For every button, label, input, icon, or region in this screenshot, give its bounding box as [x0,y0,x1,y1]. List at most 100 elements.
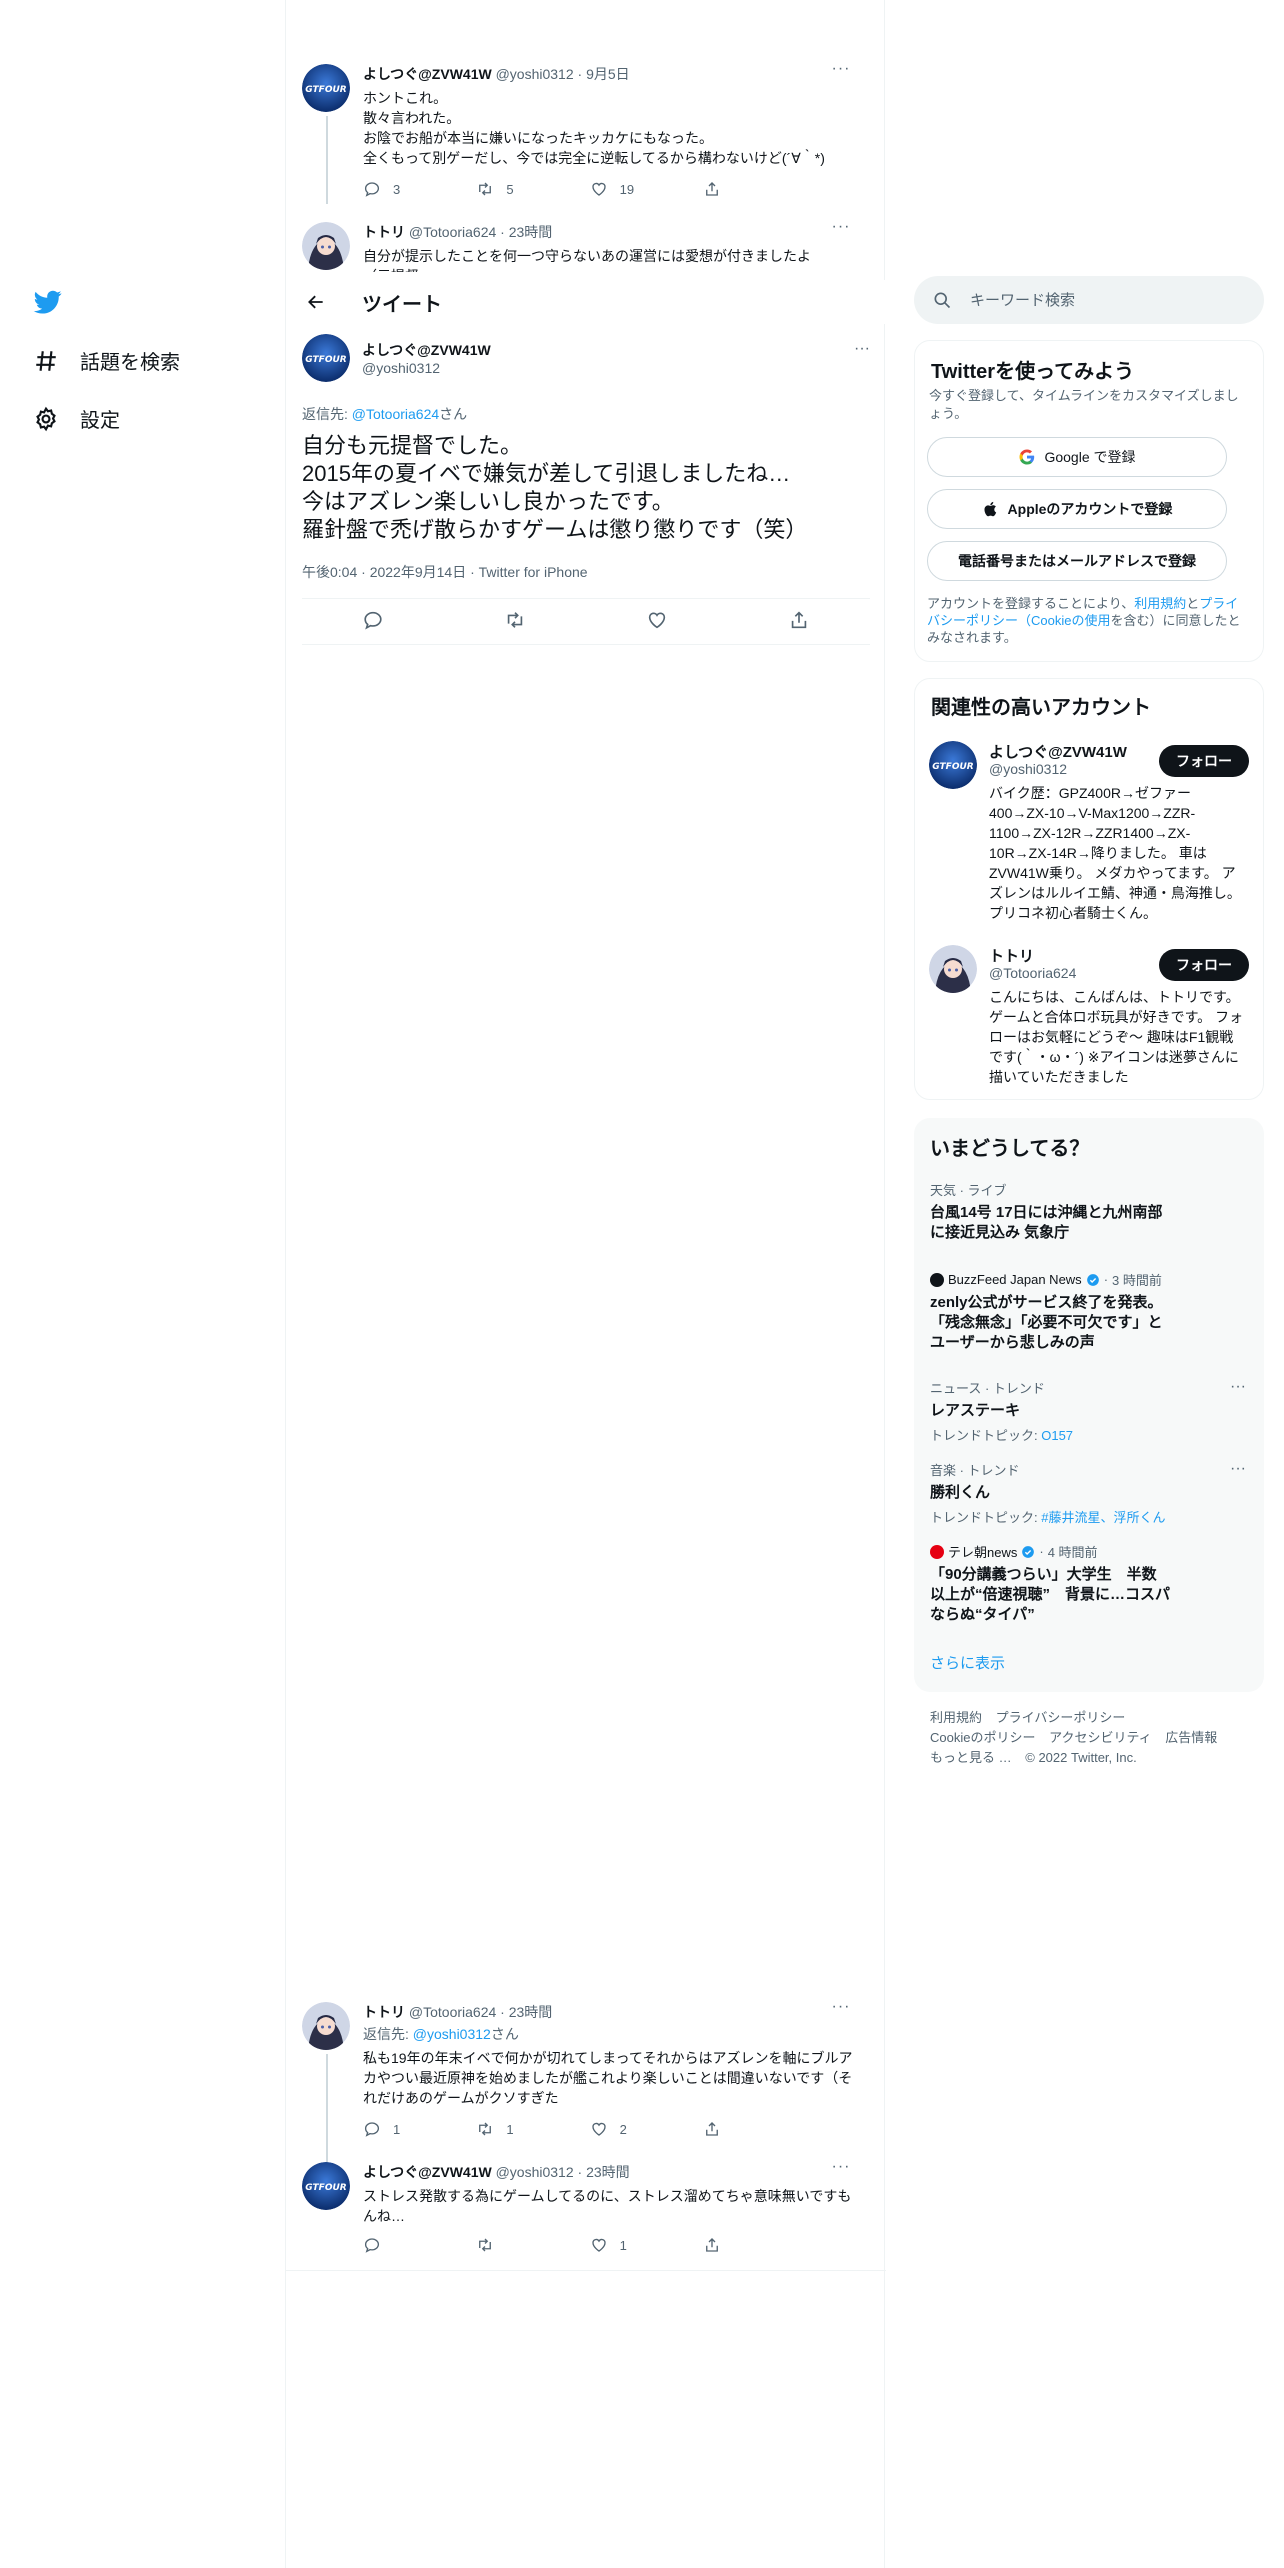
nav-explore[interactable]: 話題を検索 [32,346,180,375]
footer-link[interactable]: 利用規約 [930,1710,982,1725]
divider [302,644,870,645]
timestamp[interactable]: 23時間 [509,224,553,240]
search-input[interactable] [970,291,1230,309]
more-icon[interactable]: ··· [854,340,870,358]
nav-settings[interactable]: 設定 [32,404,120,433]
tweet-header: トトリ @Totooria624 · 23時間 [363,222,853,242]
search-bar[interactable] [914,276,1264,324]
follow-button[interactable]: フォロー [1159,949,1249,981]
apple-signup-button[interactable]: Appleのアカウントで登録 [927,489,1227,529]
avatar[interactable] [302,2002,350,2050]
username[interactable]: @Totooria624 [989,965,1076,981]
avatar[interactable]: GTFOUR [302,64,350,112]
twitter-logo-icon[interactable] [32,288,64,316]
avatar[interactable]: GTFOUR [302,2162,350,2210]
hashtag-icon [32,347,60,375]
retweet-count: 5 [506,181,514,197]
more-icon[interactable]: ··· [1230,1378,1246,1396]
trend-item[interactable]: BuzzFeed Japan News · 3 時間前 zenly公式がサービス… [930,1270,1246,1353]
more-icon[interactable]: ··· [1230,1460,1246,1478]
share-button[interactable] [788,609,810,631]
retweet-button[interactable] [476,2236,566,2254]
footer-link[interactable]: アクセシビリティ [1049,1730,1152,1745]
svg-text:GTFOUR: GTFOUR [932,762,973,772]
retweet-icon [479,2238,492,2252]
like-count: 2 [619,2121,627,2137]
reply-button[interactable]: 3 [363,180,453,198]
reply-button[interactable]: 1 [363,2120,453,2138]
separator-dot: · [577,66,583,82]
retweet-button[interactable] [504,609,526,631]
google-signup-button[interactable]: Google で登録 [927,437,1227,477]
avatar[interactable] [929,945,977,993]
display-name[interactable]: トトリ [363,224,405,240]
avatar[interactable] [302,222,350,270]
signup-title: Twitterを使ってみよう [931,361,1135,383]
svg-text:GTFOUR: GTFOUR [305,2183,346,2193]
display-name[interactable]: トトリ [989,945,1034,966]
who-to-follow-card: 関連性の高いアカウント GTFOUR よしつぐ@ZVW41W @yoshi031… [914,678,1264,1100]
follow-button[interactable]: フォロー [1159,745,1249,777]
main-column: GTFOUR よしつぐ@ZVW41W @yoshi0312 · 9月5日 ···… [285,0,886,2568]
footer-link[interactable]: もっと見る … [930,1750,1012,1765]
apple-signup-label: Appleのアカウントで登録 [1007,501,1173,517]
display-name[interactable]: よしつぐ@ZVW41W [989,741,1127,762]
timestamp[interactable]: 23時間 [509,2004,553,2020]
username[interactable]: @Totooria624 [409,224,496,240]
terms-link[interactable]: 利用規約 [1134,596,1186,611]
footer-link[interactable]: 広告情報 [1165,1730,1217,1745]
like-button[interactable]: 2 [590,2120,680,2138]
show-more-link[interactable]: さらに表示 [930,1652,1005,1673]
reply-button[interactable] [362,609,384,631]
share-button[interactable] [703,2236,793,2254]
username[interactable]: @yoshi0312 [496,2164,574,2180]
trend-item[interactable]: 天気 · ライブ 台風14号 17日には沖縄と九州南部に接近見込み 気象庁 [930,1180,1246,1243]
thread-tweet[interactable]: トトリ @Totooria624 · 23時間 ··· 自分が提示したことを何一… [286,222,886,272]
trend-item[interactable]: ニュース · トレンド ··· レアステーキ トレンドトピック: O157 [930,1378,1246,1444]
search-icon [932,290,952,310]
username[interactable]: @yoshi0312 [496,66,574,82]
avatar[interactable]: GTFOUR [929,741,977,789]
tweet-meta[interactable]: 午後0:04 · 2022年9月14日 · Twitter for iPhone [302,562,588,582]
timestamp[interactable]: 23時間 [586,2164,630,2180]
reply-button[interactable] [363,2236,453,2254]
mention-link[interactable]: @yoshi0312 [413,2026,491,2042]
reply-tweet[interactable]: GTFOUR よしつぐ@ZVW41W @yoshi0312 · 23時間 ···… [286,2159,886,2262]
avatar[interactable]: GTFOUR [302,334,350,382]
verified-badge-icon [1021,1545,1035,1559]
display-name[interactable]: よしつぐ@ZVW41W [362,340,491,360]
display-name[interactable]: トトリ [363,2004,405,2020]
reply-tweet[interactable]: トトリ @Totooria624 · 23時間 ··· 返信先: @yoshi0… [286,1999,886,2164]
tweet-header: よしつぐ@ZVW41W @yoshi0312 · 23時間 [363,2162,853,2182]
reply-icon [364,2122,380,2137]
trend-item[interactable]: 音楽 · トレンド ··· 勝利くん トレンドトピック: #藤井流星、浮所くん [930,1460,1246,1526]
share-button[interactable] [703,180,793,198]
username[interactable]: @yoshi0312 [989,761,1067,777]
retweet-button[interactable]: 1 [476,2120,566,2138]
tweet-header: よしつぐ@ZVW41W @yoshi0312 · 9月5日 [363,64,853,84]
footer-link[interactable]: プライバシーポリシー [996,1710,1126,1725]
like-button[interactable] [646,609,668,631]
timestamp[interactable]: 9月5日 [586,66,630,82]
more-icon[interactable]: ··· [829,1999,853,2018]
trend-item[interactable]: テレ朝news · 4 時間前 「90分講義つらい」大学生 半数以上が“倍速視聴… [930,1542,1246,1625]
thread-tweet[interactable]: GTFOUR よしつぐ@ZVW41W @yoshi0312 · 9月5日 ···… [286,61,886,204]
trend-topic-link[interactable]: #藤井流星、浮所くん [1041,1510,1165,1525]
phone-email-signup-button[interactable]: 電話番号またはメールアドレスで登録 [927,541,1227,581]
like-button[interactable]: 19 [590,180,680,198]
more-icon[interactable]: ··· [829,61,853,80]
retweet-button[interactable]: 5 [476,180,566,198]
trend-topic-link[interactable]: O157 [1041,1428,1073,1443]
mention-link[interactable]: @Totooria624 [352,406,439,422]
username[interactable]: @Totooria624 [409,2004,496,2020]
footer-link[interactable]: Cookieのポリシー [930,1730,1035,1745]
gear-icon [32,405,60,433]
share-button[interactable] [703,2120,793,2138]
like-button[interactable]: 1 [590,2236,680,2254]
display-name[interactable]: よしつぐ@ZVW41W [363,2164,492,2180]
display-name[interactable]: よしつぐ@ZVW41W [363,66,492,82]
more-icon[interactable]: ··· [829,222,853,238]
back-arrow-icon[interactable] [298,284,334,320]
more-icon[interactable]: ··· [829,2159,853,2178]
username[interactable]: @yoshi0312 [362,360,440,376]
